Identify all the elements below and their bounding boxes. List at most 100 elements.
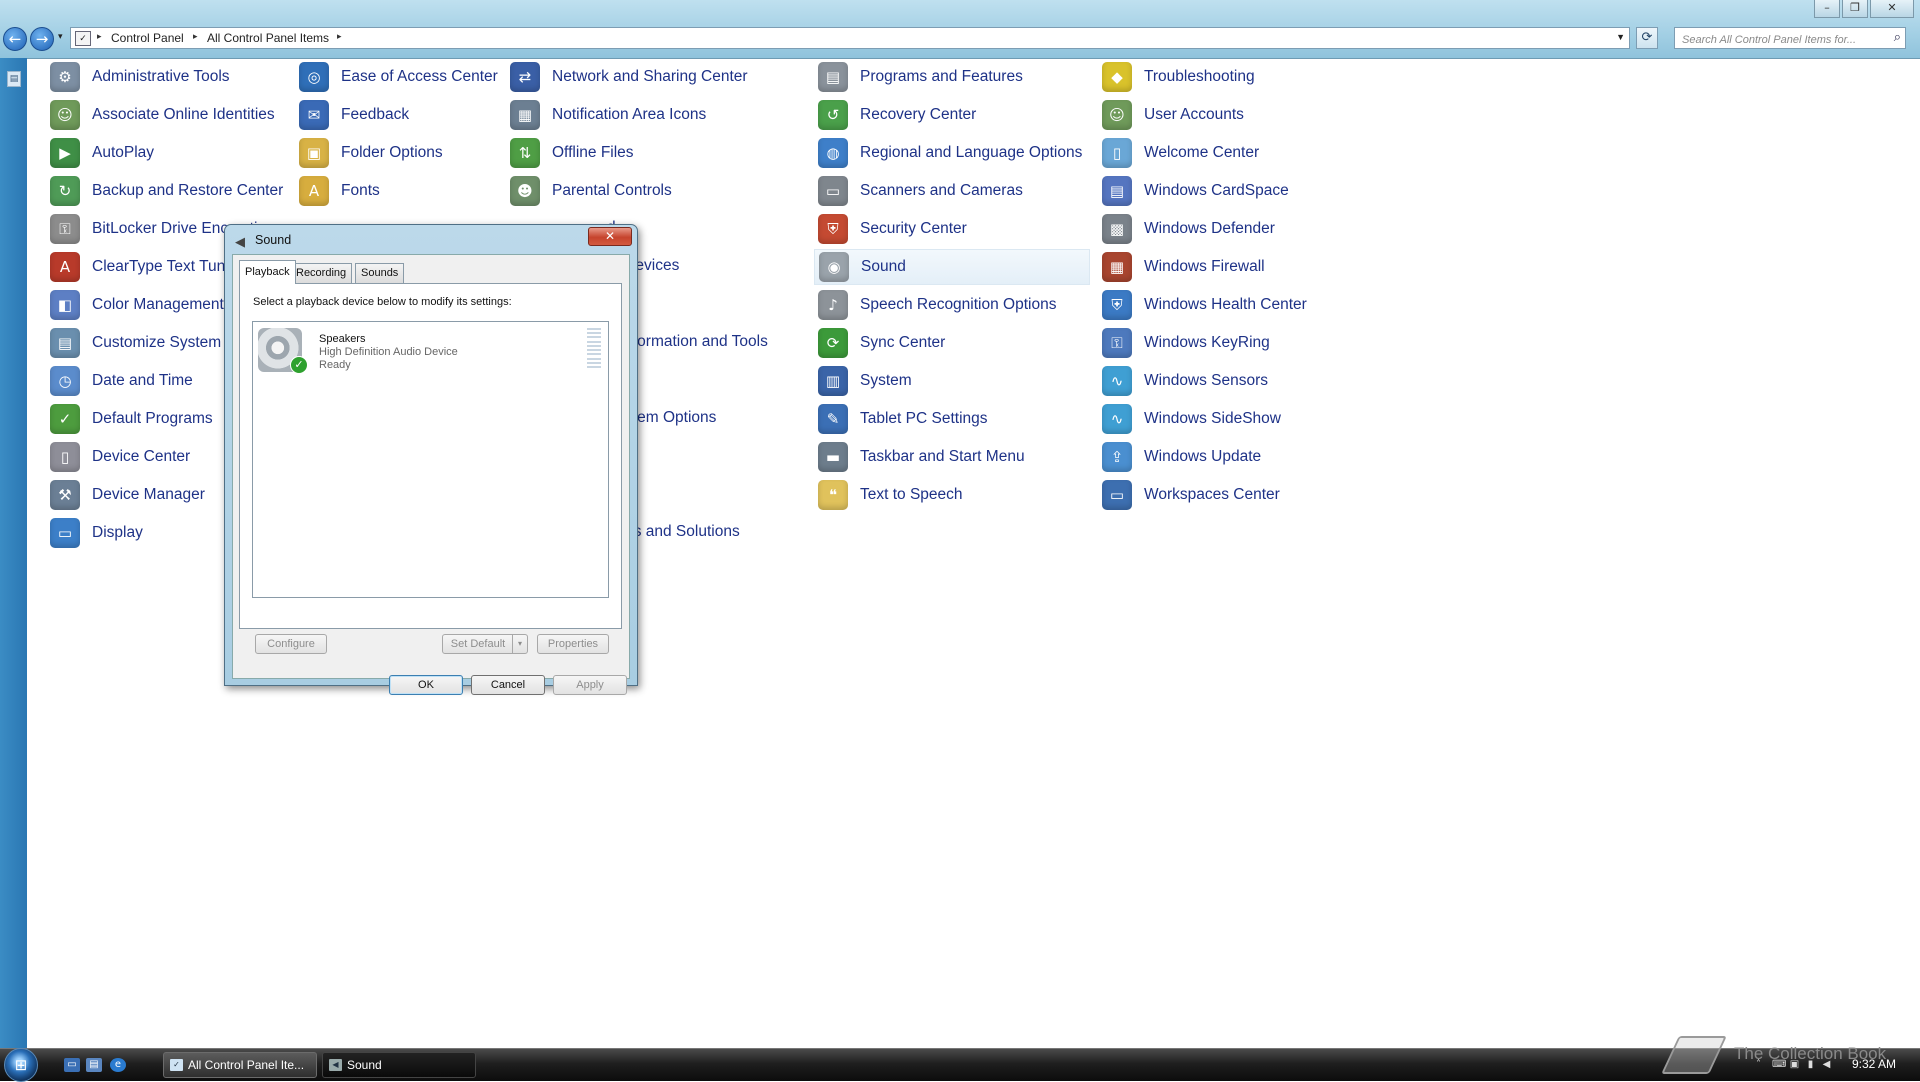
- welcome-center-icon: ▯: [1102, 138, 1132, 168]
- control-panel-item[interactable]: ◎ Ease of Access Center: [299, 59, 498, 95]
- control-panel-item[interactable]: ⛨ Security Center: [818, 211, 967, 247]
- device-item-speakers[interactable]: ✓ Speakers High Definition Audio Device …: [256, 325, 605, 377]
- dialog-close-button[interactable]: ✕: [588, 227, 632, 246]
- apply-button[interactable]: Apply: [553, 675, 627, 695]
- control-panel-item[interactable]: ⇄ Network and Sharing Center: [510, 59, 748, 95]
- task-sound[interactable]: ◀ Sound: [322, 1052, 476, 1078]
- control-panel-item[interactable]: ▥ System: [818, 363, 912, 399]
- switch-windows-icon[interactable]: ▤: [86, 1058, 102, 1072]
- task-label: All Control Panel Ite...: [188, 1058, 305, 1072]
- control-panel-item[interactable]: ❝ Text to Speech: [818, 477, 963, 513]
- show-desktop-icon[interactable]: ▭: [64, 1058, 80, 1072]
- set-default-dropdown-icon[interactable]: ▾: [512, 635, 527, 653]
- control-panel-item[interactable]: ⛨ Windows Health Center: [1102, 287, 1307, 323]
- control-panel-item[interactable]: ☺ User Accounts: [1102, 97, 1244, 133]
- control-panel-item[interactable]: ⟳ Sync Center: [818, 325, 945, 361]
- control-panel-item[interactable]: ▭ Scanners and Cameras: [818, 173, 1023, 209]
- defender-icon: ▩: [1102, 214, 1132, 244]
- sound-dialog: ◀ Sound ✕ Playback Recording Sounds Sele…: [224, 224, 638, 695]
- breadcrumb-chevron-icon[interactable]: ▸: [193, 31, 198, 42]
- close-window-button[interactable]: ✕: [1870, 0, 1914, 18]
- control-panel-item[interactable]: A ClearType Text Tuner: [50, 249, 239, 285]
- internet-explorer-icon[interactable]: e: [110, 1058, 126, 1072]
- ok-button[interactable]: OK: [389, 675, 463, 695]
- control-panel-item[interactable]: A Fonts: [299, 173, 380, 209]
- control-panel-item[interactable]: ▭ Workspaces Center: [1102, 477, 1280, 513]
- bitlocker-icon: ⚿: [50, 214, 80, 244]
- control-panel-item[interactable]: ☻ Parental Controls: [510, 173, 672, 209]
- taskbar-start-icon: ▬: [818, 442, 848, 472]
- control-panel-item[interactable]: ▦ Windows Firewall: [1102, 249, 1265, 285]
- network-icon: ⇄: [510, 62, 540, 92]
- control-panel-item[interactable]: ▦ Notification Area Icons: [510, 97, 706, 133]
- control-panel-item[interactable]: ✓ Default Programs: [50, 401, 213, 437]
- control-panel-item[interactable]: ⇅ Offline Files: [510, 135, 634, 171]
- control-panel-item[interactable]: ∿ Windows Sensors: [1102, 363, 1268, 399]
- control-panel-item[interactable]: ◧ Color Management: [50, 287, 224, 323]
- control-panel-item[interactable]: ✉ Feedback: [299, 97, 409, 133]
- item-label: AutoPlay: [92, 144, 155, 161]
- search-box[interactable]: ⌕: [1674, 27, 1906, 50]
- recent-pages-dropdown[interactable]: ▾: [58, 32, 63, 42]
- restore-button[interactable]: ❐: [1842, 0, 1868, 18]
- search-icon[interactable]: ⌕: [1894, 30, 1901, 45]
- item-label: Programs and Features: [860, 68, 1023, 85]
- speech-recognition-icon: ♪: [818, 290, 848, 320]
- task-label: Sound: [347, 1058, 382, 1072]
- search-input[interactable]: [1680, 30, 1884, 50]
- control-panel-item[interactable]: ∿ Windows SideShow: [1102, 401, 1281, 437]
- breadcrumb-chevron-icon[interactable]: ▸: [97, 31, 102, 42]
- tab-recording[interactable]: Recording: [290, 263, 353, 283]
- ease-of-access-icon: ◎: [299, 62, 329, 92]
- firewall-icon: ▦: [1102, 252, 1132, 282]
- tab-sounds[interactable]: Sounds: [355, 263, 405, 283]
- start-button[interactable]: ⊞: [4, 1048, 38, 1082]
- control-panel-item[interactable]: ♪ Speech Recognition Options: [818, 287, 1056, 323]
- forward-button[interactable]: →: [30, 27, 54, 51]
- control-panel-item[interactable]: ▭ Display: [50, 515, 143, 551]
- set-default-button[interactable]: Set Default ▾: [442, 634, 528, 654]
- control-panel-item[interactable]: ▤ Windows CardSpace: [1102, 173, 1289, 209]
- item-label: Folder Options: [341, 144, 443, 161]
- control-panel-item[interactable]: ↻ Backup and Restore Center: [50, 173, 283, 209]
- control-panel-item[interactable]: ◷ Date and Time: [50, 363, 193, 399]
- control-panel-item[interactable]: ▤ Programs and Features: [818, 59, 1023, 95]
- navigation-pane-icon[interactable]: ▤: [7, 71, 21, 87]
- control-panel-item[interactable]: ⚿ Windows KeyRing: [1102, 325, 1270, 361]
- item-label: Welcome Center: [1144, 144, 1260, 161]
- address-dropdown-icon[interactable]: ▼: [1616, 32, 1625, 42]
- control-panel-item[interactable]: ⚒ Device Manager: [50, 477, 205, 513]
- control-panel-item[interactable]: ▣ Folder Options: [299, 135, 443, 171]
- properties-button[interactable]: Properties: [537, 634, 609, 654]
- configure-button[interactable]: Configure: [255, 634, 327, 654]
- sound-task-icon: ◀: [329, 1059, 342, 1071]
- control-panel-item[interactable]: ⇪ Windows Update: [1102, 439, 1261, 475]
- tab-playback[interactable]: Playback: [239, 260, 296, 284]
- control-panel-item[interactable]: ◍ Regional and Language Options: [818, 135, 1082, 171]
- dialog-title: Sound: [255, 233, 292, 247]
- back-button[interactable]: ←: [3, 27, 27, 51]
- address-bar[interactable]: ✓ ▸ Control Panel ▸ All Control Panel It…: [70, 27, 1630, 49]
- breadcrumb-chevron-icon[interactable]: ▸: [337, 31, 342, 42]
- cancel-button[interactable]: Cancel: [471, 675, 545, 695]
- control-panel-item[interactable]: ☺ Associate Online Identities: [50, 97, 275, 133]
- control-panel-item[interactable]: ◉ Sound: [814, 249, 1090, 285]
- control-panel-item[interactable]: ◆ Troubleshooting: [1102, 59, 1255, 95]
- breadcrumb-control-panel[interactable]: Control Panel: [111, 31, 184, 45]
- item-label: Ease of Access Center: [341, 68, 498, 85]
- control-panel-item[interactable]: ▬ Taskbar and Start Menu: [818, 439, 1025, 475]
- minimize-button[interactable]: –: [1814, 0, 1840, 18]
- control-panel-item[interactable]: ✎ Tablet PC Settings: [818, 401, 988, 437]
- breadcrumb-all-items[interactable]: All Control Panel Items: [207, 31, 329, 45]
- display-icon: ▭: [50, 518, 80, 548]
- control-panel-item[interactable]: ▯ Device Center: [50, 439, 190, 475]
- refresh-button[interactable]: ⟳: [1636, 27, 1658, 49]
- control-panel-item[interactable]: ▶ AutoPlay: [50, 135, 154, 171]
- control-panel-item[interactable]: ▩ Windows Defender: [1102, 211, 1275, 247]
- control-panel-item[interactable]: ↺ Recovery Center: [818, 97, 976, 133]
- control-panel-item[interactable]: ⚙ Administrative Tools: [50, 59, 230, 95]
- device-list[interactable]: ✓ Speakers High Definition Audio Device …: [252, 321, 609, 598]
- control-panel-item[interactable]: ▯ Welcome Center: [1102, 135, 1259, 171]
- task-control-panel[interactable]: ✓ All Control Panel Ite...: [163, 1052, 317, 1078]
- item-label: Windows Health Center: [1144, 296, 1307, 313]
